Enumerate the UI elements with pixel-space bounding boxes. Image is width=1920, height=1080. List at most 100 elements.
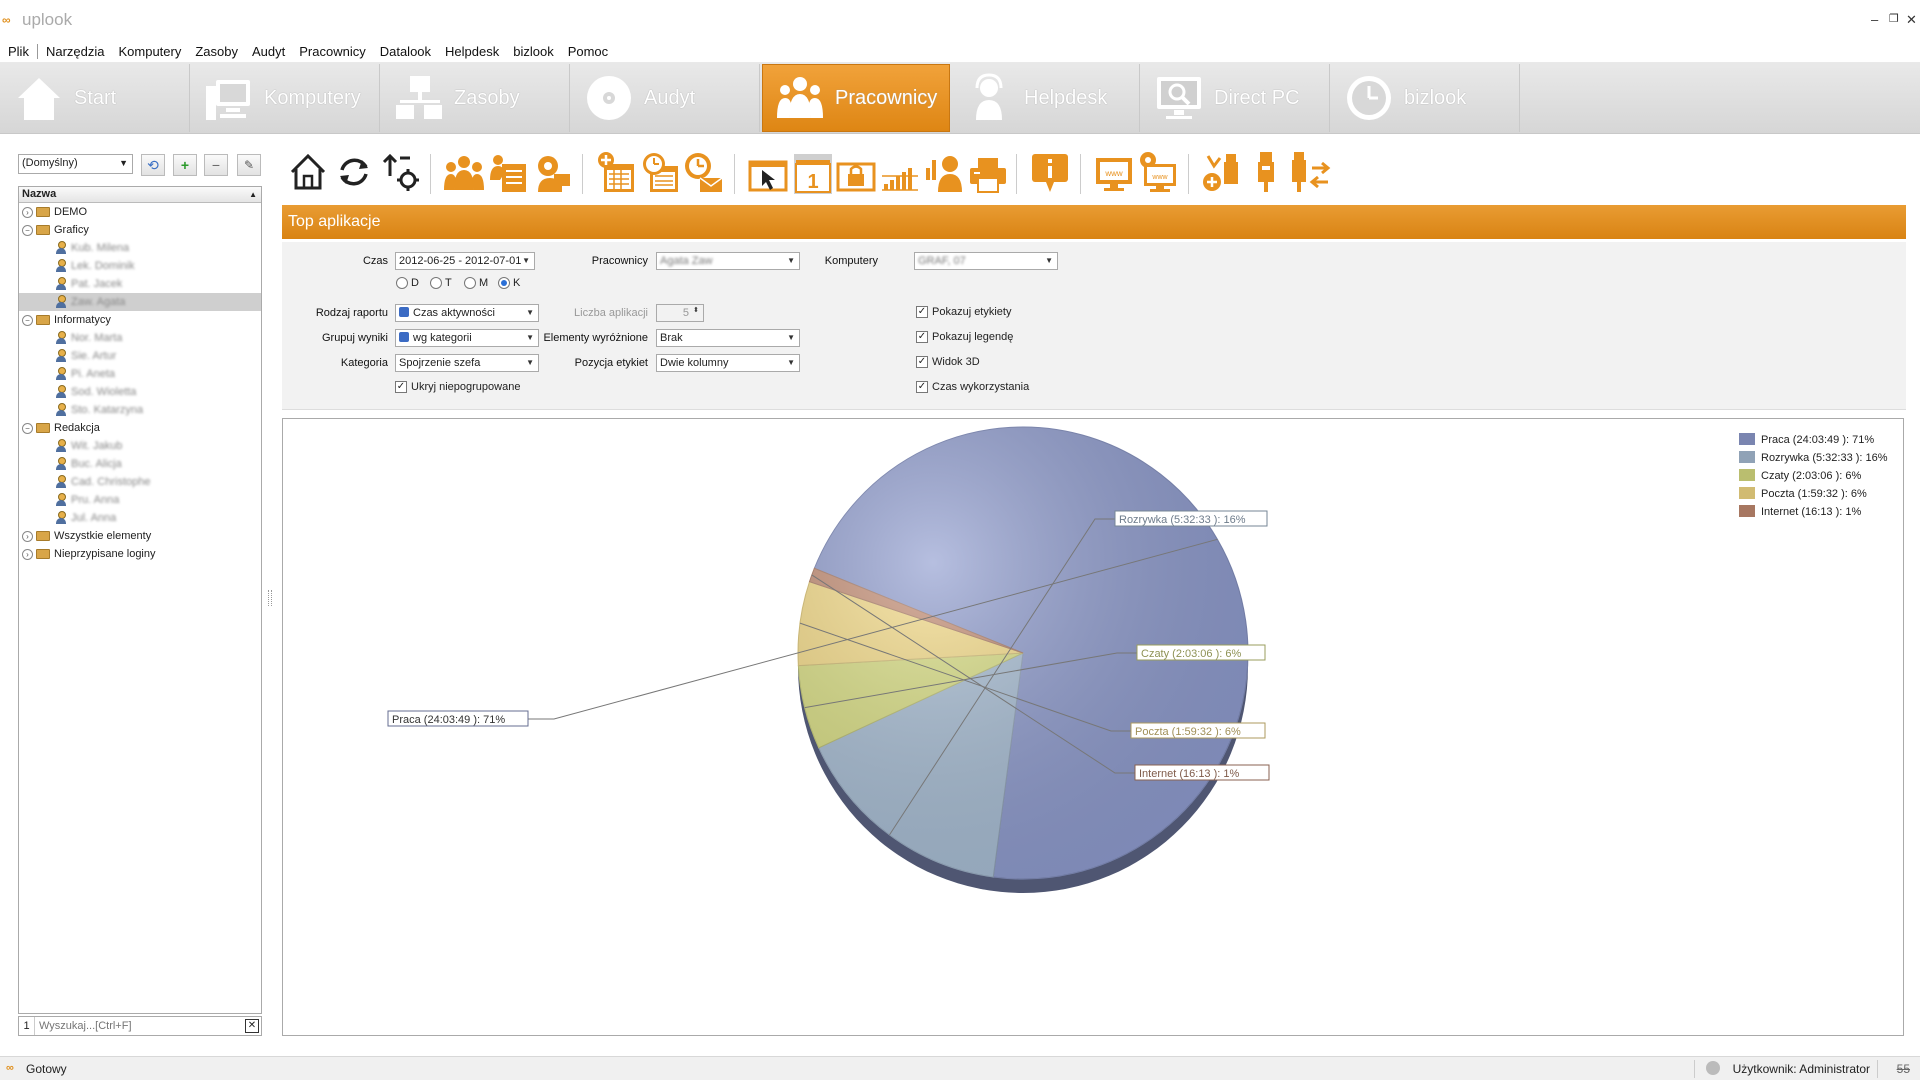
lock-screen-icon[interactable] [834,148,878,198]
user-status-icon [1706,1061,1720,1075]
app-logo-icon: ∞ [2,13,11,27]
pracownicy-label: Pracownicy [591,255,648,267]
pozycja-etykiet-select[interactable]: Dwie kolumny ▼ [656,354,800,372]
minimize-button[interactable]: – [1871,12,1878,27]
pokazuj-etykiety-checkbox[interactable]: ✓ Pokazuj etykiety [916,306,1011,318]
menu-zasoby[interactable]: Zasoby [195,44,238,59]
clear-search-button[interactable]: ✕ [245,1019,259,1033]
tree-folder[interactable]: − Informatycy [19,311,261,329]
remove-button[interactable]: − [204,154,228,176]
radio-dot [498,277,510,289]
tree-folder[interactable]: › Wszystkie elementy [19,527,261,545]
menu-narz-dzia[interactable]: Narzędzia [46,44,105,59]
menu-bizlook[interactable]: bizlook [513,44,553,59]
period-radio-t[interactable]: T [430,277,452,289]
czas-wykorzystania-checkbox[interactable]: ✓ Czas wykorzystania [916,381,1029,393]
menu-audyt[interactable]: Audyt [252,44,285,59]
group-icon[interactable] [442,148,486,198]
usb-icon[interactable] [1244,148,1288,198]
clock-mail-icon[interactable] [682,148,726,198]
calendar-add-icon[interactable] [594,148,638,198]
period-radio-k[interactable]: K [498,277,520,289]
cursor-window-icon[interactable] [746,148,790,198]
ukryj-niepogrupowane-checkbox[interactable]: ✓ Ukryj niepogrupowane [395,381,520,393]
usb-add-icon[interactable] [1200,148,1244,198]
documents-icon[interactable] [486,148,530,198]
menu-helpdesk[interactable]: Helpdesk [445,44,499,59]
menu-pomoc[interactable]: Pomoc [568,44,608,59]
expand-icon[interactable]: › [22,206,33,218]
panel-splitter[interactable] [268,590,272,606]
sync-button[interactable]: ⟲ [141,154,165,176]
calendar-one-icon[interactable]: 1 [790,148,834,198]
www-monitor-settings-icon[interactable]: www [1136,148,1180,198]
tree-user[interactable]: Sto. Katarzyna [19,401,261,419]
tab-direct-pc[interactable]: Direct PC [1142,64,1330,132]
tree-user[interactable]: Sie. Artur [19,347,261,365]
tree-user[interactable]: Buc. Alicja [19,455,261,473]
calendar-clock-icon[interactable] [638,148,682,198]
period-radio-d[interactable]: D [396,277,419,289]
settings-arrows-icon[interactable] [378,148,422,198]
pokazuj-legende-checkbox[interactable]: ✓ Pokazuj legendę [916,331,1013,343]
tab-komputery[interactable]: Komputery [192,64,380,132]
tree-user[interactable]: Kub. Milena [19,239,261,257]
menu-komputery[interactable]: Komputery [118,44,181,59]
tree-folder[interactable]: › Nieprzypisane loginy [19,545,261,563]
user-icon [56,403,66,417]
collapse-icon[interactable]: − [22,224,33,236]
tree-user[interactable]: Nor. Marta [19,329,261,347]
radio-label: K [513,277,521,289]
tab-bizlook[interactable]: bizlook [1332,64,1520,132]
legend-swatch-internet [1739,505,1755,517]
www-monitor-icon[interactable]: www [1092,148,1136,198]
tree-user[interactable]: Sod. Wioletta [19,383,261,401]
tree-folder[interactable]: › DEMO [19,203,261,221]
tree-label: Wit. Jakub [71,440,123,452]
menu-pracownicy[interactable]: Pracownicy [299,44,365,59]
refresh-icon[interactable] [332,148,376,198]
widok-3d-checkbox[interactable]: ✓ Widok 3D [916,356,980,368]
usb-transfer-icon[interactable] [1288,148,1332,198]
tree-user[interactable]: Lek. Dominik [19,257,261,275]
tree-folder[interactable]: − Graficy [19,221,261,239]
restore-button[interactable]: ❐ [1889,12,1899,25]
user-chart-icon[interactable] [922,148,966,198]
network-icon [394,72,444,124]
profile-select[interactable]: (Domyślny) ▼ [18,154,133,174]
collapse-icon[interactable]: − [22,422,33,434]
tab-zasoby[interactable]: Zasoby [382,64,570,132]
tab-audyt[interactable]: Audyt [572,64,760,132]
edit-button[interactable]: ✎ [237,154,261,176]
tab-pracownicy[interactable]: Pracownicy [762,64,950,132]
tab-helpdesk[interactable]: Helpdesk [952,64,1140,132]
info-bubble-icon[interactable] [1028,148,1072,198]
tree-user[interactable]: Wit. Jakub [19,437,261,455]
search-input[interactable] [35,1020,245,1032]
liczba-aplikacji-stepper[interactable]: 5 ⬍ [656,304,704,322]
elementy-wyroznione-select[interactable]: Brak ▼ [656,329,800,347]
tree-user[interactable]: Jul. Anna [19,509,261,527]
user-settings-icon[interactable] [530,148,574,198]
checkbox-legende: ✓ [916,331,928,343]
tab-start[interactable]: Start [2,64,190,132]
tree-header[interactable]: Nazwa ▲ [19,187,261,203]
tree-user[interactable]: Pru. Anna [19,491,261,509]
home-outline-icon[interactable] [286,148,330,198]
tree-user[interactable]: Pat. Jacek [19,275,261,293]
expand-icon[interactable]: › [22,548,33,560]
printer-icon[interactable] [966,148,1010,198]
signal-bars-icon[interactable] [878,148,922,198]
tree-user[interactable]: Pi. Aneta [19,365,261,383]
komputery-select[interactable]: GRAF, 07 ▼ [914,252,1058,270]
collapse-icon[interactable]: − [22,314,33,326]
menu-datalook[interactable]: Datalook [380,44,431,59]
expand-icon[interactable]: › [22,530,33,542]
menu-plik[interactable]: Plik [8,44,29,59]
tree-folder[interactable]: − Redakcja [19,419,261,437]
tree-user[interactable]: Cad. Christophe [19,473,261,491]
tree-user[interactable]: Zaw. Agata [19,293,261,311]
add-button[interactable]: + [173,154,197,176]
period-radio-m[interactable]: M [464,277,488,289]
close-button[interactable]: ✕ [1906,12,1917,28]
